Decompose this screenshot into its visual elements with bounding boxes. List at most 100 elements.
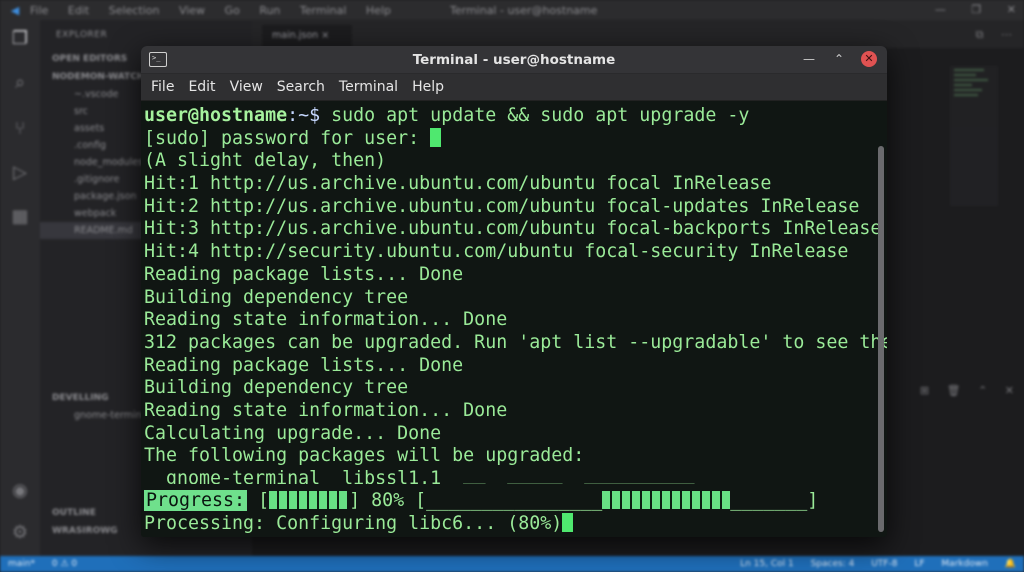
search-icon[interactable]: ⌕ [9, 72, 31, 94]
terminal-window[interactable]: >_ Terminal - user@hostname — ⌃ ✕ File E… [141, 46, 887, 537]
editor-actions: ⧉ ⋯ [962, 28, 1012, 42]
output-line: Building dependency tree [144, 377, 409, 399]
minimize-icon[interactable]: — [935, 3, 946, 16]
output-line: [sudo] password for user: [144, 127, 887, 151]
status-bar: main* 0 ⚠ 0 Ln 15, Col 1 Spaces: 4 UTF-8… [0, 556, 1024, 572]
terminal-title: Terminal - user@hostname [412, 52, 616, 68]
bg-menu-selection[interactable]: Selection [109, 4, 160, 17]
output-line: Hit:2 http://us.archive.ubuntu.com/ubunt… [144, 195, 860, 217]
status-language[interactable]: Markdown [941, 559, 987, 569]
output-line: The following packages will be upgraded: [144, 445, 585, 467]
progress-close: ] [349, 490, 361, 511]
panel-new-icon[interactable]: ⊞ [920, 384, 929, 397]
progress-percent: 80% [360, 490, 405, 511]
command-text: sudo apt update && sudo apt upgrade -y [320, 105, 750, 126]
editor-tab-label: main.json [272, 30, 319, 41]
editor-window-title: Terminal - user@hostname [450, 4, 598, 17]
processing-text: Processing: Configuring libc6... (80%) [144, 512, 563, 534]
output-line: Hit:4 http://security.ubuntu.com/ubuntu … [144, 241, 849, 263]
bar2-open: [ [404, 490, 427, 511]
terminal-output[interactable]: user@hostname:~$ sudo apt update && sudo… [141, 101, 887, 537]
bg-menu-edit[interactable]: Edit [68, 4, 89, 17]
prompt-user: user@hostname [144, 105, 288, 126]
window-buttons: — ⌃ ✕ [787, 51, 877, 67]
output-line: Calculating upgrade... Done [144, 422, 442, 444]
output-line: (A slight delay, then) [144, 150, 387, 172]
bar2-dashes-b: _______] [730, 490, 819, 511]
progress-line: Progress: [] 80% [________________ ______… [144, 490, 887, 513]
command-line: user@hostname:~$ sudo apt update && sudo… [144, 105, 887, 128]
close-button-icon[interactable]: ✕ [861, 51, 877, 67]
menu-search[interactable]: Search [270, 79, 332, 95]
prompt-path: :~$ [287, 105, 321, 126]
progress-bar-fill [269, 491, 350, 509]
account-icon[interactable]: ◉ [9, 480, 31, 502]
panel-trash-icon[interactable]: 🗑 [947, 384, 961, 397]
files-icon[interactable]: ❐ [9, 28, 31, 50]
panel-close-icon[interactable]: ✕ [1005, 384, 1014, 397]
menu-help[interactable]: Help [405, 79, 451, 95]
status-branch[interactable]: main* [8, 559, 35, 569]
source-control-icon[interactable]: ⑂ [9, 118, 31, 140]
menu-terminal[interactable]: Terminal [332, 79, 405, 95]
status-position[interactable]: Ln 15, Col 1 [740, 559, 794, 569]
output-line: 312 packages can be upgraded. Run 'apt l… [144, 331, 887, 353]
progress-bar-2-fill [602, 491, 731, 509]
bar2-dashes-a: ________________ [426, 490, 603, 511]
status-problems[interactable]: 0 ⚠ 0 [52, 559, 77, 569]
output-line: Reading state information... Done [144, 309, 508, 331]
terminal-title-bar[interactable]: >_ Terminal - user@hostname — ⌃ ✕ [141, 46, 887, 74]
editor-menu: File Edit Selection View Go Run Terminal… [30, 4, 407, 17]
settings-gear-icon[interactable]: ⚙ [9, 522, 31, 544]
menu-file[interactable]: File [144, 79, 181, 95]
bell-icon[interactable]: 🔔 [1005, 559, 1016, 569]
vscode-logo-icon: ◀ [10, 3, 20, 17]
output-line: Hit:1 http://us.archive.ubuntu.com/ubunt… [144, 173, 772, 195]
password-cursor [430, 127, 442, 147]
terminal-scrollbar[interactable] [878, 146, 884, 532]
run-debug-icon[interactable]: ▷ [9, 162, 31, 184]
panel-toolbar: ⊞ 🗑 ⌃ ✕ [906, 384, 1014, 397]
cut-off-text: ▂▂ ▂▂▂▂▂ ▂▂▂▂▂▂▂▂▂▂ [441, 468, 695, 484]
output-line: Hit:3 http://us.archive.ubuntu.com/ubunt… [144, 218, 882, 240]
panel-collapse-icon[interactable]: ⌃ [978, 384, 987, 397]
tab-close-icon[interactable]: × [321, 30, 329, 41]
activity-bar: ❐ ⌕ ⑂ ▷ ▦ ◉ ⚙ [0, 20, 40, 556]
editor-title-bar: ◀ File Edit Selection View Go Run Termin… [0, 0, 1024, 20]
menu-edit[interactable]: Edit [181, 79, 222, 95]
status-indent[interactable]: Spaces: 4 [811, 559, 855, 569]
editor-tab[interactable]: main.json × [262, 25, 352, 47]
editor-tab-strip: main.json × [252, 20, 1024, 48]
package-list: gnome-terminal libssl1.1 [144, 468, 442, 484]
editor-window-controls: — ❐ ✕ [913, 3, 1016, 16]
terminal-cursor [562, 512, 574, 532]
scrollbar-thumb[interactable] [878, 146, 884, 532]
status-encoding[interactable]: UTF-8 [871, 559, 897, 569]
close-icon[interactable]: ✕ [1007, 3, 1016, 16]
progress-label: Progress: [144, 490, 248, 511]
menu-view[interactable]: View [223, 79, 270, 95]
output-line: Building dependency tree [144, 286, 409, 308]
output-line: Reading state information... Done [144, 399, 508, 421]
sudo-prompt-text: [sudo] password for user: [144, 127, 431, 149]
bg-menu-run[interactable]: Run [259, 4, 280, 17]
maximize-button-icon[interactable]: ⌃ [831, 51, 847, 67]
extensions-icon[interactable]: ▦ [9, 206, 31, 228]
bg-menu-terminal[interactable]: Terminal [300, 4, 347, 17]
bg-menu-file[interactable]: File [30, 4, 48, 17]
output-line-cut: gnome-terminal libssl1.1 ▂▂ ▂▂▂▂▂ ▂▂▂▂▂▂… [144, 468, 887, 484]
bg-menu-go[interactable]: Go [225, 4, 240, 17]
bg-menu-help[interactable]: Help [366, 4, 391, 17]
terminal-menu-bar: File Edit View Search Terminal Help [141, 74, 887, 101]
processing-line: Processing: Configuring libc6... (80%) [144, 512, 887, 536]
progress-open: [ [247, 490, 270, 511]
split-editor-icon[interactable]: ⧉ [976, 28, 984, 41]
bg-menu-view[interactable]: View [179, 4, 205, 17]
more-actions-icon[interactable]: ⋯ [1001, 28, 1012, 41]
maximize-icon[interactable]: ❐ [971, 3, 981, 16]
output-line: Reading package lists... Done [144, 354, 464, 376]
output-line: Reading package lists... Done [144, 263, 464, 285]
minimize-button-icon[interactable]: — [801, 51, 817, 67]
status-eol[interactable]: LF [914, 559, 924, 569]
minimap[interactable] [950, 66, 998, 206]
